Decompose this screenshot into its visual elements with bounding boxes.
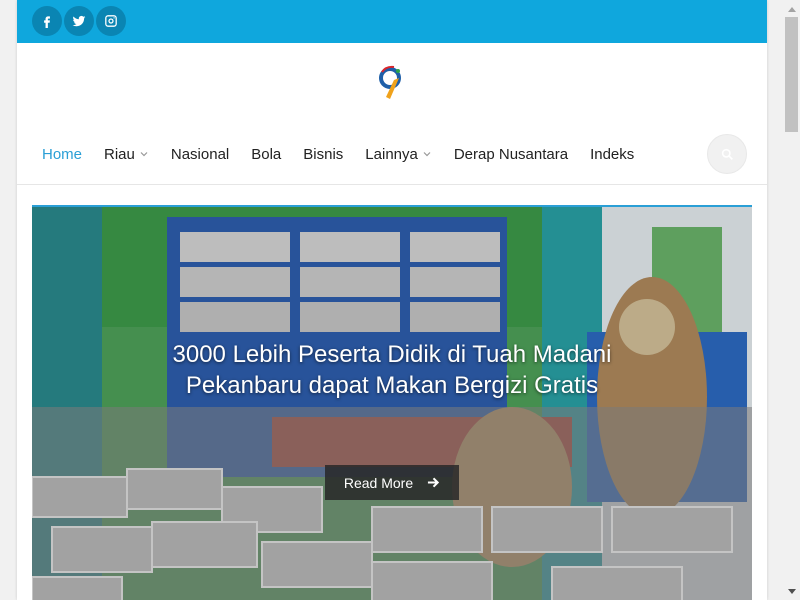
instagram-icon: [105, 15, 117, 27]
featured-title[interactable]: 3000 Lebih Peserta Didik di Tuah Madani …: [172, 339, 612, 401]
caret-down-icon: [787, 588, 796, 594]
scroll-down-button[interactable]: [783, 583, 800, 600]
facebook-icon: [44, 16, 50, 28]
caret-up-icon: [787, 6, 796, 12]
instagram-link[interactable]: [96, 6, 126, 36]
nav-item-label: Home: [42, 145, 83, 163]
nav-item-label: Indeks: [590, 145, 635, 163]
nav-item-riau[interactable]: Riau: [104, 146, 149, 163]
nav-list: Home Riau Nasional Bola Bisnis Lainnya Derap N…: [42, 123, 656, 185]
nav-item-label: Bisnis: [303, 145, 344, 163]
twitter-icon: [72, 15, 86, 27]
site-logo[interactable]: [372, 63, 412, 103]
nav-item-indeks[interactable]: Indeks: [590, 146, 634, 163]
page: Home Riau Nasional Bola Bisnis Lainnya Derap N…: [17, 0, 767, 600]
featured-post[interactable]: 3000 Lebih Peserta Didik di Tuah Madani …: [32, 205, 752, 600]
image-overlay: [32, 207, 752, 600]
nav-item-bola[interactable]: Bola: [251, 146, 281, 163]
nav-item-derap-nusantara[interactable]: Derap Nusantara: [454, 146, 568, 163]
main-nav: Home Riau Nasional Bola Bisnis Lainnya Derap N…: [17, 123, 767, 185]
top-bar: [17, 0, 767, 43]
scroll-thumb[interactable]: [785, 17, 798, 132]
social-links: [32, 6, 126, 36]
search-button[interactable]: [707, 134, 747, 174]
nav-item-nasional[interactable]: Nasional: [171, 146, 229, 163]
nav-item-label: Nasional: [170, 145, 230, 163]
nav-item-label: Bola: [251, 145, 282, 163]
twitter-link[interactable]: [64, 6, 94, 36]
nav-item-home[interactable]: Home: [42, 146, 82, 163]
nav-item-label: Derap Nusantara: [453, 145, 569, 163]
logo-area: [17, 43, 767, 123]
nav-item-lainnya[interactable]: Lainnya: [365, 146, 432, 163]
nav-item-bisnis[interactable]: Bisnis: [303, 146, 343, 163]
read-more-button[interactable]: Read More: [325, 465, 459, 500]
nav-item-label: Riau: [104, 145, 135, 163]
search-icon: [721, 148, 733, 160]
chevron-down-icon: [423, 152, 431, 157]
page-scrollbar[interactable]: [783, 0, 800, 600]
nav-item-label: Lainnya: [365, 145, 418, 163]
arrow-right-icon: [428, 477, 440, 488]
facebook-link[interactable]: [32, 6, 62, 36]
read-more-label: Read More: [343, 474, 414, 491]
scroll-up-button[interactable]: [783, 0, 800, 17]
chevron-down-icon: [140, 152, 148, 157]
